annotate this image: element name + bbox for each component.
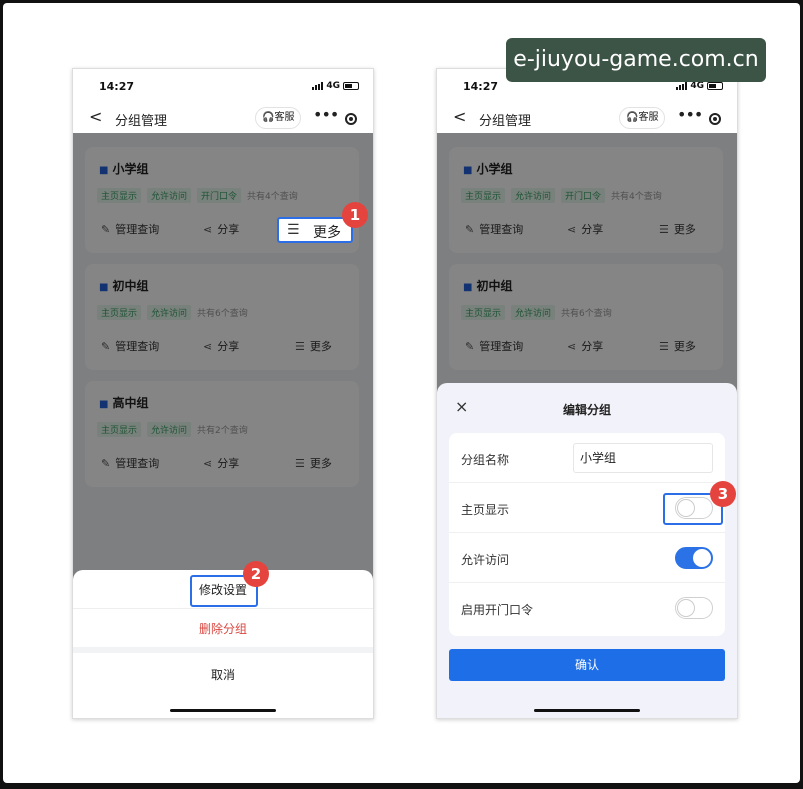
- step-badge-2: 2: [243, 561, 269, 587]
- edit-group-form: 分组名称 小学组 主页显示 允许访问 启用开门口令: [449, 433, 725, 636]
- more-label: 更多: [313, 225, 341, 241]
- back-icon[interactable]: <: [453, 107, 466, 126]
- edit-group-modal: × 编辑分组 分组名称 小学组 主页显示 允许访问 启用开门口令 确认: [437, 383, 737, 718]
- door-code-label: 启用开门口令: [461, 603, 534, 617]
- nav-bar: < 分组管理 🎧客服 •••: [437, 103, 737, 133]
- nav-bar: < 分组管理 🎧客服 •••: [73, 103, 373, 133]
- record-icon[interactable]: [709, 113, 721, 125]
- toggle-knob: [693, 549, 711, 567]
- signal-icon: [676, 82, 688, 90]
- battery-icon: [707, 82, 723, 90]
- allow-access-label: 允许访问: [461, 553, 510, 567]
- customer-service-label: 客服: [274, 112, 295, 123]
- home-indicator: [534, 709, 640, 712]
- back-icon[interactable]: <: [89, 107, 102, 126]
- allow-access-toggle[interactable]: [675, 547, 713, 569]
- step-badge-3: 3: [710, 481, 736, 507]
- step-badge-1: 1: [342, 202, 368, 228]
- customer-service-button[interactable]: 🎧客服: [619, 107, 666, 129]
- confirm-button[interactable]: 确认: [449, 649, 725, 681]
- list-icon: ☰: [287, 222, 300, 238]
- watermark: e-jiuyou-game.com.cn: [506, 38, 766, 82]
- status-icons: 4G: [676, 81, 723, 91]
- network-label: 4G: [690, 81, 704, 91]
- homepage-display-label: 主页显示: [461, 503, 510, 517]
- battery-icon: [343, 82, 359, 90]
- phone-right: 14:27 4G < 分组管理 🎧客服 ••• ■ 小学组 主页显示 允许访问 开…: [436, 68, 738, 719]
- home-indicator: [170, 709, 276, 712]
- status-time: 14:27: [99, 80, 135, 93]
- status-icons: 4G: [312, 81, 359, 91]
- group-name-input[interactable]: 小学组: [573, 443, 713, 473]
- delete-group-option[interactable]: 删除分组: [73, 609, 373, 647]
- modal-title: 编辑分组: [562, 403, 611, 417]
- page-title: 分组管理: [479, 114, 532, 129]
- network-label: 4G: [326, 81, 340, 91]
- more-menu-icon[interactable]: •••: [313, 105, 339, 124]
- customer-service-button[interactable]: 🎧客服: [255, 107, 302, 129]
- record-icon[interactable]: [345, 113, 357, 125]
- customer-service-label: 客服: [638, 112, 659, 123]
- phone-left: 14:27 4G < 分组管理 🎧客服 ••• ■ 小学组 主页显示 允许访问 开…: [72, 68, 374, 719]
- toggle-knob: [677, 599, 695, 617]
- cancel-option[interactable]: 取消: [73, 653, 373, 693]
- signal-icon: [312, 82, 324, 90]
- more-menu-icon[interactable]: •••: [677, 105, 703, 124]
- more-button-highlight[interactable]: ☰ 更多: [277, 217, 353, 243]
- door-code-row: 启用开门口令: [449, 583, 725, 633]
- door-code-toggle[interactable]: [675, 597, 713, 619]
- status-time: 14:27: [463, 80, 499, 93]
- allow-access-row: 允许访问: [449, 533, 725, 583]
- group-name-label: 分组名称: [461, 453, 510, 467]
- status-bar: 14:27 4G: [73, 69, 373, 103]
- page-title: 分组管理: [115, 114, 168, 129]
- group-name-row: 分组名称 小学组: [449, 433, 725, 483]
